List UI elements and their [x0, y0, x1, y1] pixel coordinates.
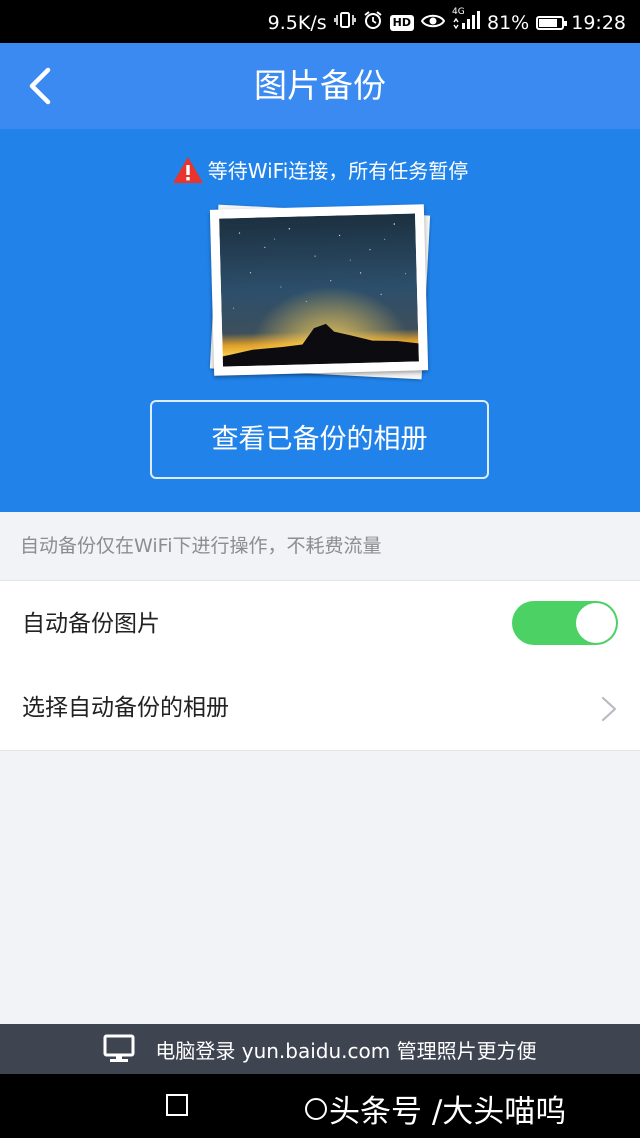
status-icons: 9.5K/s HD 4G 81% 19:28 [267, 7, 626, 35]
backup-photo-stack [209, 204, 432, 380]
watermark-text: 头条号 /大头喵呜 [329, 1094, 567, 1130]
select-album-label: 选择自动备份的相册 [22, 695, 229, 721]
app-bar: 图片备份 [0, 43, 640, 129]
monitor-icon [103, 1034, 135, 1062]
night-sky-photo [219, 213, 419, 367]
warning-text: 等待WiFi连接，所有任务暂停 [207, 159, 469, 183]
back-button[interactable] [18, 61, 68, 111]
alarm-icon [363, 10, 383, 35]
warning-triangle-icon [172, 156, 203, 183]
system-nav-bar: 头条号 /大头喵呜 [0, 1074, 640, 1138]
status-bar: 9.5K/s HD 4G 81% 19:28 [0, 0, 640, 43]
auto-backup-label: 自动备份图片 [22, 611, 160, 637]
page-title: 图片备份 [254, 66, 386, 105]
toggle-knob [576, 603, 616, 643]
signal-icon: 4G [452, 7, 480, 34]
network-type-label: 4G [452, 7, 465, 17]
pc-login-banner[interactable]: 电脑登录 yun.baidu.com 管理照片更方便 [0, 1024, 640, 1074]
hd-icon: HD [389, 14, 414, 31]
net-speed: 9.5K/s [267, 11, 327, 34]
backup-info-text: 自动备份仅在WiFi下进行操作，不耗费流量 [20, 535, 382, 557]
view-backup-album-button[interactable]: 查看已备份的相册 [150, 400, 489, 479]
clock: 19:28 [571, 11, 626, 34]
auto-backup-row: 自动备份图片 [0, 580, 640, 666]
battery-percent: 81% [487, 11, 530, 34]
auto-backup-toggle[interactable] [512, 601, 618, 645]
photo-front-card [209, 204, 429, 376]
backup-status-panel: 等待WiFi连接，所有任务暂停 查看已备份的相册 [0, 129, 640, 512]
watermark: 头条号 /大头喵呜 [305, 1086, 566, 1131]
select-album-row[interactable]: 选择自动备份的相册 [0, 665, 640, 751]
eye-icon [420, 12, 446, 34]
recent-apps-button[interactable] [166, 1094, 188, 1116]
pc-login-text: 电脑登录 yun.baidu.com 管理照片更方便 [155, 1038, 537, 1063]
battery-icon [536, 15, 568, 30]
chevron-left-icon [29, 67, 51, 105]
wifi-warning: 等待WiFi连接，所有任务暂停 [0, 155, 640, 184]
home-circle-icon[interactable] [305, 1097, 327, 1120]
vibrate-icon [333, 11, 356, 34]
chevron-right-icon [601, 696, 617, 722]
